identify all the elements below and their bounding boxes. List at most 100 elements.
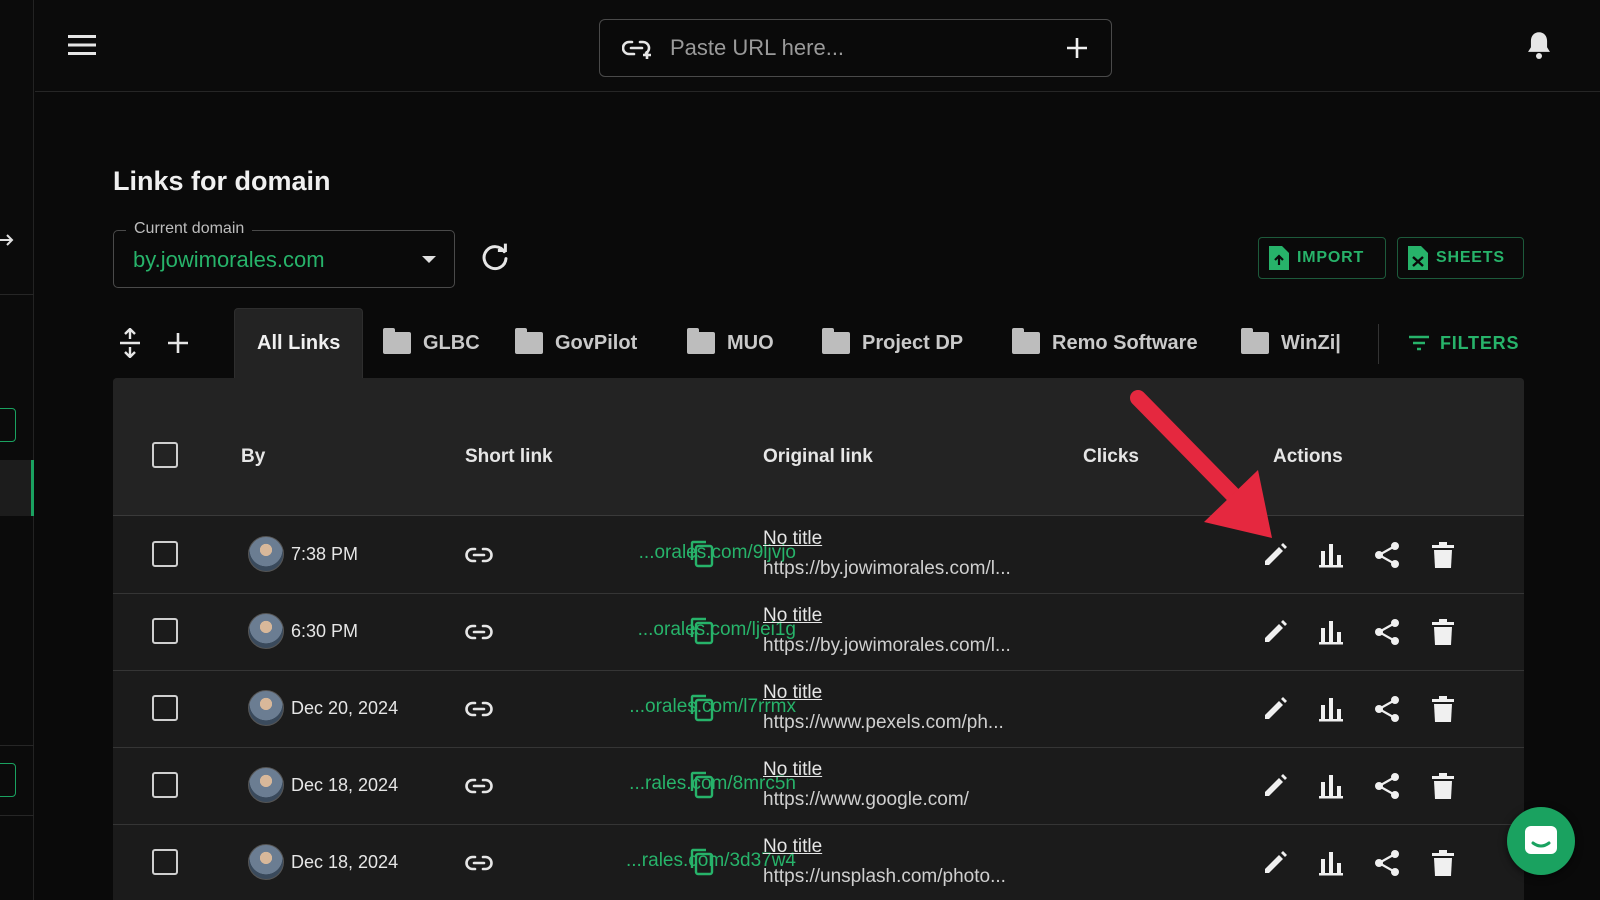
tab-govpilot[interactable]: GovPilot xyxy=(493,308,659,378)
rail-divider xyxy=(0,745,34,746)
original-link-url: https://www.pexels.com/ph... xyxy=(763,712,1004,733)
edit-button[interactable] xyxy=(1260,694,1290,724)
tab-label: All Links xyxy=(257,332,341,354)
chevron-down-icon xyxy=(422,256,436,263)
tab-project-dp[interactable]: Project DP xyxy=(800,308,985,378)
paste-url-input[interactable] xyxy=(670,35,1057,61)
share-button[interactable] xyxy=(1372,540,1402,570)
link-icon xyxy=(465,778,493,794)
column-header-original-link[interactable]: Original link xyxy=(763,446,873,468)
domain-select-value: by.jowimorales.com xyxy=(133,247,325,272)
link-icon xyxy=(465,547,493,563)
top-bar xyxy=(35,0,1600,92)
original-link-title[interactable]: No title xyxy=(763,605,822,627)
tab-winzip[interactable]: WinZi| xyxy=(1219,308,1377,378)
add-link-icon xyxy=(622,36,656,60)
sheets-label: SHEETS xyxy=(1436,249,1505,266)
share-button[interactable] xyxy=(1372,848,1402,878)
tab-all-links[interactable]: All Links xyxy=(234,308,364,378)
copy-icon[interactable] xyxy=(689,771,715,799)
column-header-short-link[interactable]: Short link xyxy=(465,446,553,468)
created-time: Dec 18, 2024 xyxy=(291,852,399,872)
original-link-title[interactable]: No title xyxy=(763,528,822,550)
edit-button[interactable] xyxy=(1260,848,1290,878)
stats-button[interactable] xyxy=(1316,617,1346,647)
collapse-arrow-icon[interactable] xyxy=(0,230,16,250)
share-button[interactable] xyxy=(1372,617,1402,647)
edit-button[interactable] xyxy=(1260,540,1290,570)
row-checkbox[interactable] xyxy=(152,849,178,875)
url-input-box xyxy=(599,19,1112,77)
folder-icon xyxy=(822,328,850,354)
delete-button[interactable] xyxy=(1428,848,1458,878)
trash-icon xyxy=(1432,773,1454,799)
share-button[interactable] xyxy=(1372,694,1402,724)
stats-button[interactable] xyxy=(1316,694,1346,724)
avatar xyxy=(248,536,284,572)
chat-icon xyxy=(1525,826,1557,854)
row-checkbox[interactable] xyxy=(152,695,178,721)
copy-icon[interactable] xyxy=(689,848,715,876)
filters-label: FILTERS xyxy=(1440,332,1520,353)
add-folder-button[interactable] xyxy=(163,328,193,358)
rail-item-icon[interactable] xyxy=(0,408,16,442)
domain-select-label: Current domain xyxy=(126,220,253,238)
column-header-clicks[interactable]: Clicks xyxy=(1083,446,1139,468)
current-domain-select[interactable]: Current domain by.jowimorales.com xyxy=(113,220,455,288)
row-checkbox[interactable] xyxy=(152,618,178,644)
folder-icon xyxy=(515,328,543,354)
share-button[interactable] xyxy=(1372,771,1402,801)
delete-button[interactable] xyxy=(1428,694,1458,724)
sheets-button[interactable]: SHEETS xyxy=(1397,237,1524,279)
original-link-title[interactable]: No title xyxy=(763,759,822,781)
column-header-by[interactable]: By xyxy=(241,446,265,468)
plus-icon xyxy=(1067,38,1087,58)
row-checkbox[interactable] xyxy=(152,772,178,798)
original-link-title[interactable]: No title xyxy=(763,682,822,704)
import-label: IMPORT xyxy=(1297,249,1365,266)
stats-button[interactable] xyxy=(1316,771,1346,801)
share-icon xyxy=(1375,542,1399,568)
share-icon xyxy=(1375,850,1399,876)
short-link-cell: ...rales.com/8mrc5n xyxy=(493,747,796,825)
edit-button[interactable] xyxy=(1260,771,1290,801)
edit-button[interactable] xyxy=(1260,617,1290,647)
created-time: 7:38 PM xyxy=(291,544,359,564)
delete-button[interactable] xyxy=(1428,540,1458,570)
tab-remo-software[interactable]: Remo Software xyxy=(990,308,1220,378)
pencil-icon xyxy=(1265,543,1287,565)
tab-label: Project DP xyxy=(862,331,964,354)
add-url-button[interactable] xyxy=(1057,28,1097,68)
stats-button[interactable] xyxy=(1316,540,1346,570)
hamburger-menu-icon[interactable] xyxy=(67,30,97,60)
tab-glbc[interactable]: GLBC xyxy=(361,308,502,378)
created-time: Dec 18, 2024 xyxy=(291,775,399,795)
tab-label: GovPilot xyxy=(555,331,638,354)
stats-button[interactable] xyxy=(1316,848,1346,878)
rail-edit-icon[interactable] xyxy=(0,763,16,797)
copy-icon[interactable] xyxy=(689,540,715,568)
copy-icon[interactable] xyxy=(689,617,715,645)
filter-icon xyxy=(1409,335,1429,351)
tab-label: WinZi| xyxy=(1281,331,1341,354)
tab-muo[interactable]: MUO xyxy=(665,308,796,378)
row-checkbox[interactable] xyxy=(152,541,178,567)
tabs-divider xyxy=(1378,324,1379,364)
notification-bell-icon[interactable] xyxy=(1525,30,1553,60)
original-link-title[interactable]: No title xyxy=(763,836,822,858)
table-row: Dec 20, 2024 ...orales.com/l7rrmx No tit… xyxy=(113,670,1524,748)
link-icon xyxy=(465,855,493,871)
original-link-url: https://by.jowimorales.com/l... xyxy=(763,558,1011,579)
delete-button[interactable] xyxy=(1428,771,1458,801)
delete-button[interactable] xyxy=(1428,617,1458,647)
rail-active-item[interactable] xyxy=(0,460,34,516)
table-header: By Short link Original link Clicks Actio… xyxy=(113,378,1524,516)
refresh-icon[interactable] xyxy=(480,243,510,273)
reorder-tabs-button[interactable] xyxy=(115,328,145,358)
folder-icon xyxy=(687,328,715,354)
import-button[interactable]: IMPORT xyxy=(1258,237,1386,279)
copy-icon[interactable] xyxy=(689,694,715,722)
filters-button[interactable]: FILTERS xyxy=(1408,328,1519,358)
chat-support-button[interactable] xyxy=(1507,807,1575,875)
select-all-checkbox[interactable] xyxy=(152,442,178,468)
